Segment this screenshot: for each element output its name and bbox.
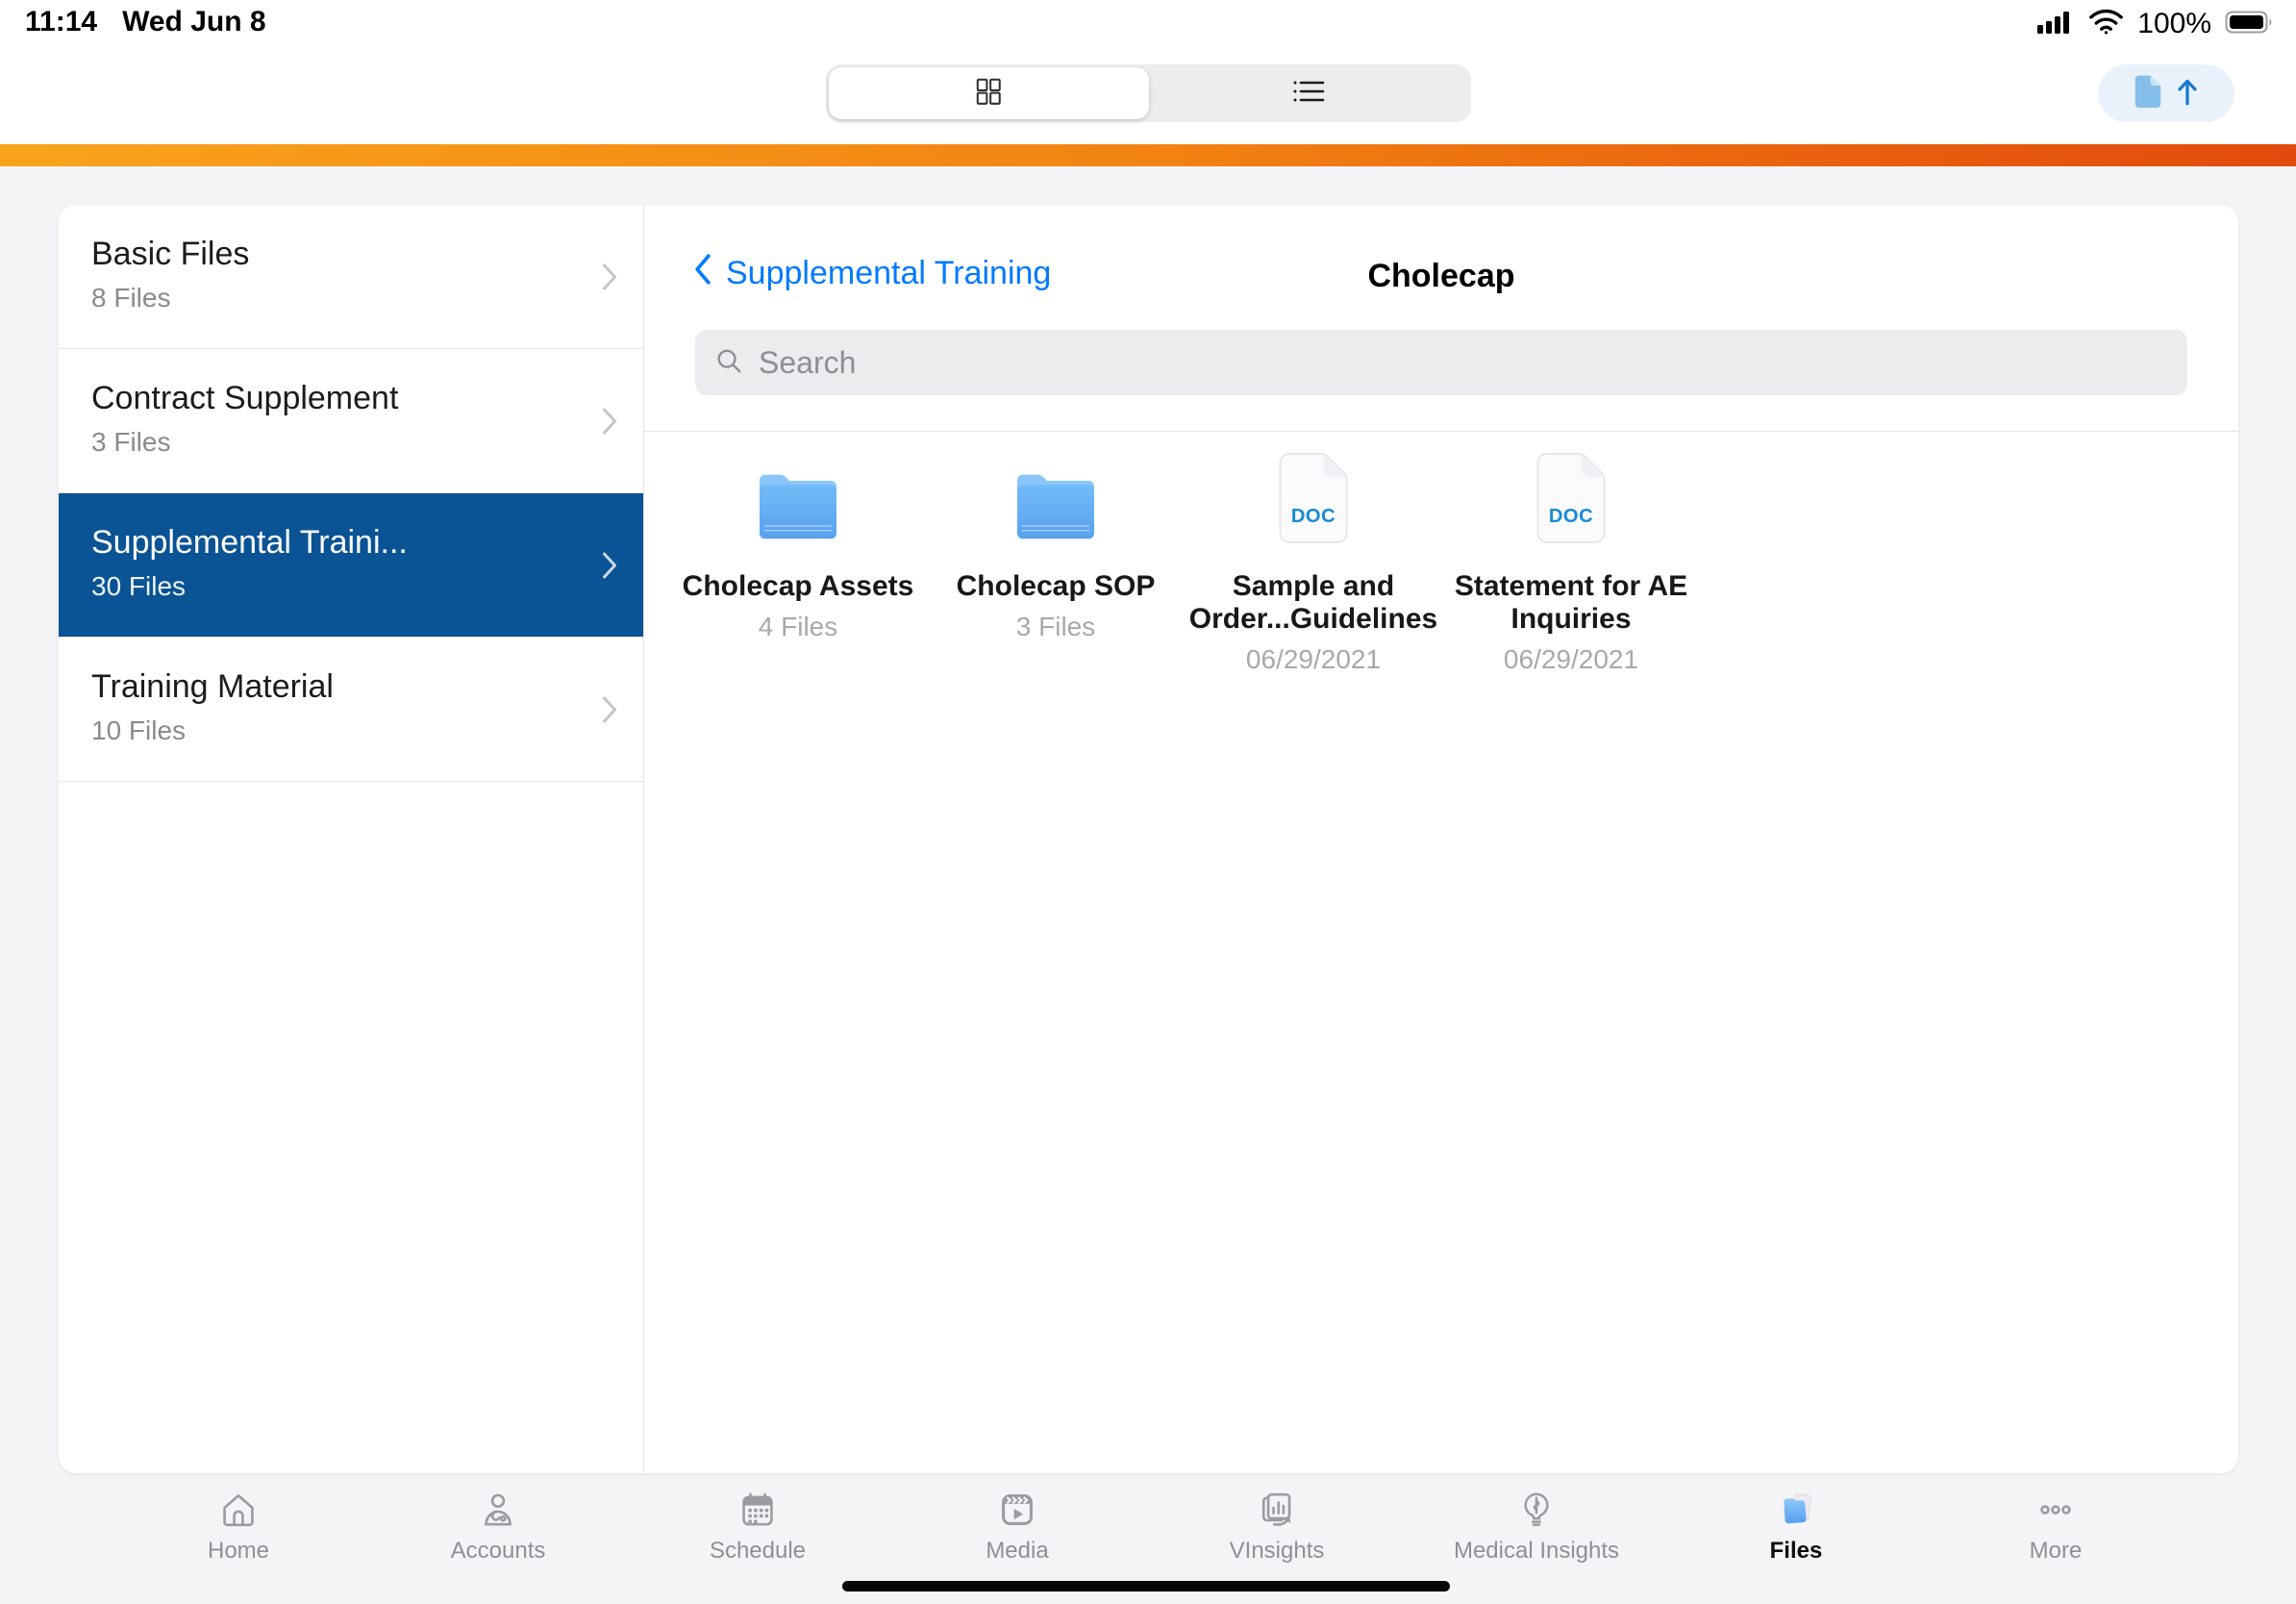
tab-media[interactable]: Media [887,1479,1147,1592]
clock: 11:14 [25,6,98,38]
sidebar-item-training-material[interactable]: Training Material 10 Files [59,638,643,782]
search-icon [714,346,743,380]
status-bar-left: 11:14 Wed Jun 8 [25,6,266,38]
battery-icon [2225,10,2275,39]
doc-upload-icon [2134,74,2162,113]
svg-text:DOC: DOC [1291,506,1335,527]
folder-sidebar: Basic Files 8 Files Contract Supplement … [59,205,644,1473]
list-view-icon [1291,77,1326,111]
tab-files[interactable]: Files [1666,1479,1926,1592]
tab-schedule[interactable]: Schedule [628,1479,887,1592]
home-icon [217,1485,260,1535]
folder-content-panel: Supplemental Training Cholecap Search Ch… [644,205,2238,1473]
files-icon [1775,1485,1817,1535]
view-toggle [826,64,1471,122]
vinsights-icon [1256,1485,1298,1535]
doc-item-statement-for-ae-inquiries[interactable]: DOC Statement for AE Inquiries 06/29/202… [1446,453,1696,675]
home-indicator[interactable] [842,1581,1450,1591]
upload-arrow-icon [2175,76,2200,112]
tab-more[interactable]: More [1926,1479,2185,1592]
tab-accounts[interactable]: Accounts [368,1479,628,1592]
media-icon [996,1485,1038,1535]
back-chevron-icon [692,253,713,294]
divider [644,431,2238,432]
app-screen: 11:14 Wed Jun 8 100% Basic Files 8 Files… [0,0,2296,1604]
folder-item-cholecap-sop[interactable]: Cholecap SOP 3 Files [931,457,1181,642]
brand-accent-bar [0,144,2296,166]
tab-medical-insights[interactable]: Medical Insights [1407,1479,1666,1592]
cellular-signal-icon [2036,10,2075,39]
chevron-right-icon [601,407,618,440]
files-browser-card: Basic Files 8 Files Contract Supplement … [59,205,2238,1473]
schedule-icon [736,1485,779,1535]
chevron-right-icon [601,263,618,296]
doc-file-icon: DOC [1276,452,1351,549]
medical-insights-icon [1515,1485,1558,1535]
more-icon [2034,1485,2077,1535]
back-label: Supplemental Training [726,255,1052,291]
list-view-button[interactable] [1149,67,1469,119]
chevron-right-icon [601,695,618,729]
battery-percent: 100% [2137,8,2211,39]
search-input[interactable] [757,343,2168,382]
status-bar-right: 100% [2036,8,2275,40]
grid-view-button[interactable] [829,67,1149,119]
doc-file-icon: DOC [1534,452,1609,549]
search-bar [695,330,2187,395]
grid-view-icon [973,76,1004,112]
svg-text:DOC: DOC [1549,506,1593,527]
top-bar: 11:14 Wed Jun 8 100% [0,0,2296,144]
upload-file-button[interactable] [2098,64,2234,122]
wifi-icon [2088,9,2124,39]
folder-icon [754,467,842,549]
bottom-tab-bar: Home Accounts Schedule Media VInsights M… [109,1479,2187,1592]
sidebar-item-basic-files[interactable]: Basic Files 8 Files [59,205,643,349]
sidebar-item-contract-supplement[interactable]: Contract Supplement 3 Files [59,349,643,493]
tab-home[interactable]: Home [109,1479,368,1592]
folder-icon [1011,467,1100,549]
file-grid: Cholecap Assets 4 Files Cholecap SOP 3 F… [644,453,2238,675]
date: Wed Jun 8 [122,6,266,38]
breadcrumb-back-link[interactable]: Supplemental Training [692,253,1051,294]
sidebar-item-supplemental-traini[interactable]: Supplemental Traini... 30 Files [59,493,643,638]
chevron-right-icon [601,551,618,585]
accounts-icon [477,1485,519,1535]
doc-item-sample-and-order-guidelines[interactable]: DOC Sample and Order...Guidelines 06/29/… [1188,453,1438,675]
folder-item-cholecap-assets[interactable]: Cholecap Assets 4 Files [673,457,923,642]
tab-vinsights[interactable]: VInsights [1147,1479,1407,1592]
